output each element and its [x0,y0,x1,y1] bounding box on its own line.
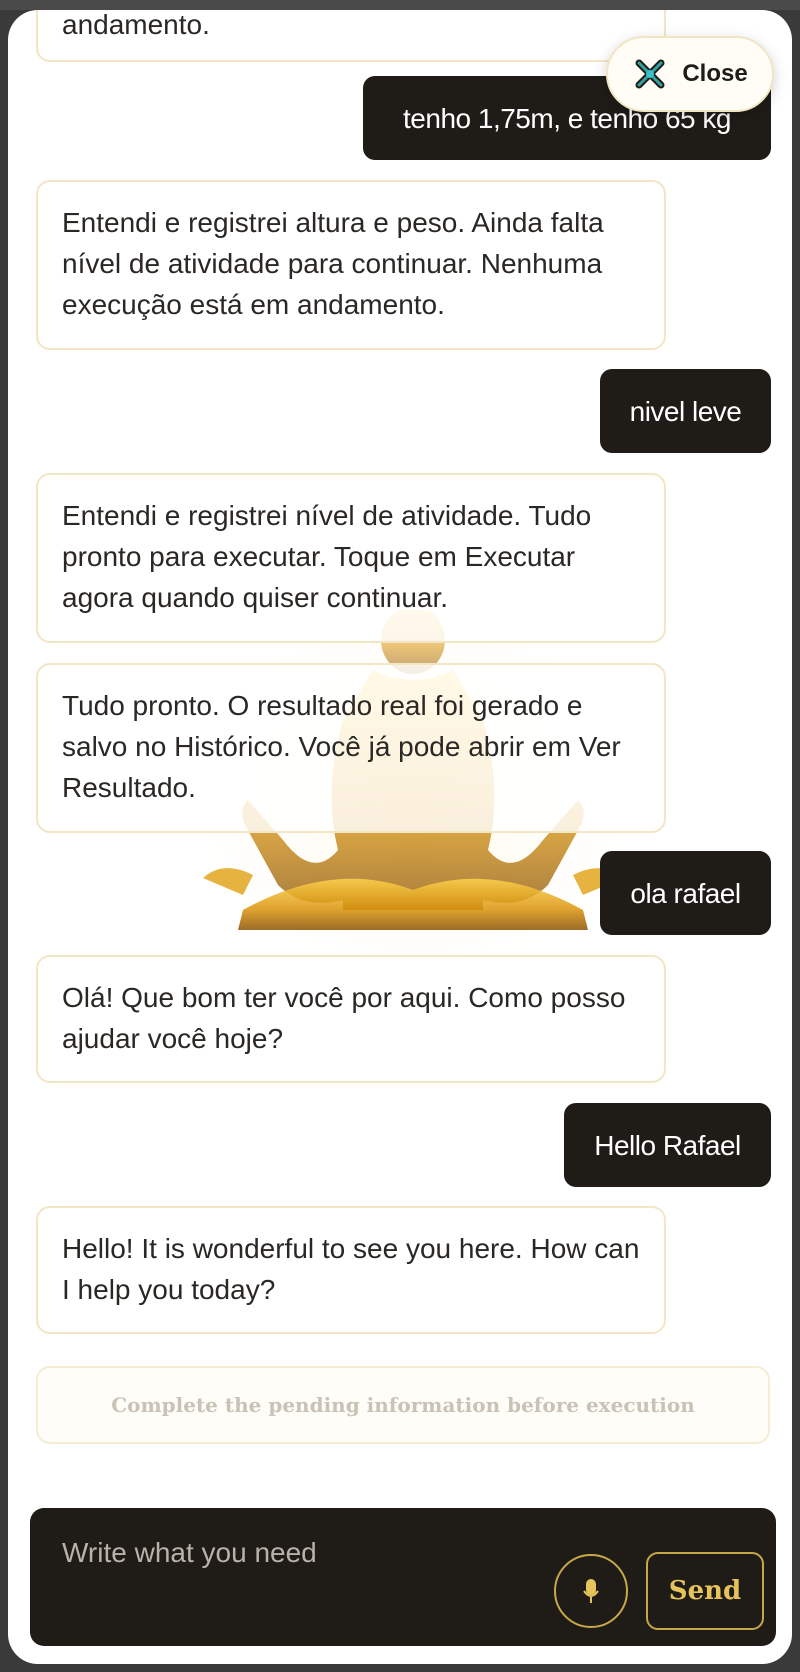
bot-message: Entendi e registrei nível de atividade. … [36,473,666,643]
bot-message: Olá! Que bom ter você por aqui. Como pos… [36,955,666,1083]
close-label: Close [682,60,748,87]
close-x-icon [635,59,665,89]
send-label: Send [668,1576,742,1606]
microphone-button[interactable] [554,1554,628,1628]
pending-status-banner: Complete the pending information before … [36,1366,770,1444]
bot-message-text: Entendi e registrei nível de atividade. … [62,500,592,613]
user-message-text: nivel leve [629,395,742,427]
bot-message-text: Entendi e registrei altura e peso. Ainda… [62,207,604,320]
message-composer: Send [30,1508,776,1646]
chat-panel: andamento. tenho 1,75m, e tenho 65 kg En… [8,10,792,1664]
close-button[interactable]: Close [606,36,774,112]
user-message: Hello Rafael [564,1103,771,1187]
bot-message-text: Hello! It is wonderful to see you here. … [62,1233,640,1305]
user-message-text: ola rafael [630,877,741,909]
bot-message: Tudo pronto. O resultado real foi gerado… [36,663,666,833]
pending-status-text: Complete the pending information before … [111,1393,695,1417]
user-message: ola rafael [600,851,771,935]
window-top-bar [0,0,800,10]
user-message-text: Hello Rafael [594,1129,741,1161]
send-button[interactable]: Send [646,1552,764,1630]
bot-message-text: Olá! Que bom ter você por aqui. Como pos… [62,982,626,1054]
bot-message: Entendi e registrei altura e peso. Ainda… [36,180,666,350]
bot-message: andamento. [36,10,666,62]
bot-message: Hello! It is wonderful to see you here. … [36,1206,666,1334]
microphone-icon [583,1579,599,1603]
message-input[interactable] [60,1532,504,1574]
bot-message-text: Tudo pronto. O resultado real foi gerado… [62,690,621,803]
bot-message-text: andamento. [62,10,210,40]
user-message: nivel leve [600,369,771,453]
